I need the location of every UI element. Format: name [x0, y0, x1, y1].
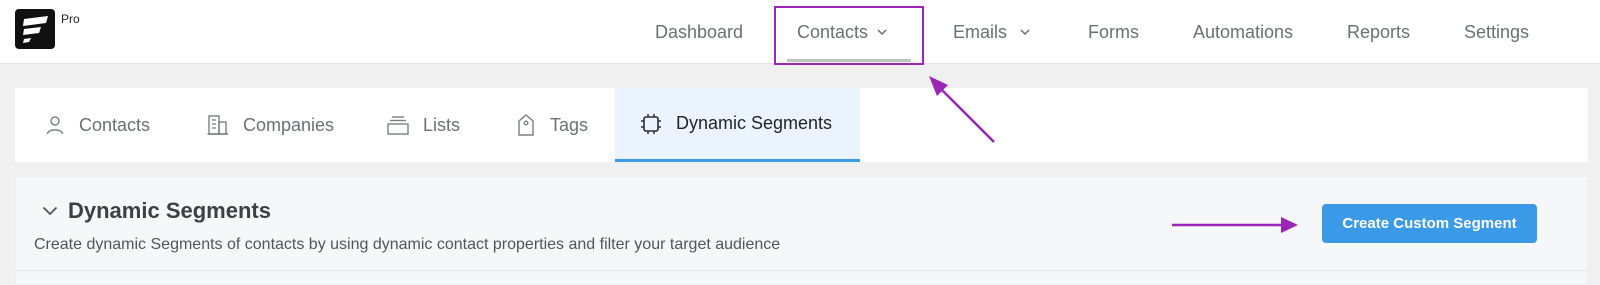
pro-badge: Pro: [61, 12, 80, 26]
tab-contacts-label: Contacts: [79, 114, 151, 135]
page-title: Dynamic Segments: [68, 198, 271, 223]
tab-dynamic-segments-label: Dynamic Segments: [676, 113, 833, 133]
tab-dynamic-segments[interactable]: Dynamic Segments: [615, 88, 860, 162]
nav-emails[interactable]: Emails: [953, 0, 1030, 64]
contacts-subnav: Contacts Companies Lists Tags Dynamic Se…: [15, 88, 1588, 162]
user-icon: [46, 116, 64, 135]
chip-icon: [641, 113, 661, 134]
nav-automations[interactable]: Automations: [1193, 0, 1293, 64]
fluentcrm-logo[interactable]: [15, 9, 55, 49]
nav-dashboard[interactable]: Dashboard: [655, 0, 743, 64]
annotation-highlight-box: [774, 6, 924, 65]
nav-settings-label: Settings: [1464, 21, 1530, 42]
nav-dashboard-label: Dashboard: [655, 21, 744, 42]
tab-companies[interactable]: Companies: [207, 88, 334, 162]
panel-divider: [15, 270, 1588, 271]
stack-icon: [387, 116, 409, 135]
page-description: Create dynamic Segments of contacts by u…: [34, 236, 781, 253]
tab-companies-label: Companies: [243, 114, 335, 135]
nav-forms[interactable]: Forms: [1088, 0, 1139, 64]
nav-forms-label: Forms: [1088, 21, 1139, 42]
tag-icon: [518, 114, 534, 136]
building-icon: [207, 115, 228, 135]
nav-reports-label: Reports: [1347, 21, 1411, 42]
nav-settings[interactable]: Settings: [1464, 0, 1529, 64]
chevron-down-icon[interactable]: [42, 205, 58, 217]
nav-reports[interactable]: Reports: [1347, 0, 1410, 64]
chevron-down-icon: [1020, 29, 1030, 36]
create-custom-segment-button[interactable]: Create Custom Segment: [1322, 204, 1537, 243]
nav-automations-label: Automations: [1193, 21, 1294, 42]
tab-contacts[interactable]: Contacts: [45, 88, 150, 162]
tab-lists[interactable]: Lists: [387, 88, 460, 162]
tab-tags-label: Tags: [550, 114, 589, 135]
tab-tags[interactable]: Tags: [516, 88, 588, 162]
tab-lists-label: Lists: [423, 114, 461, 135]
nav-emails-label: Emails: [953, 21, 1008, 42]
